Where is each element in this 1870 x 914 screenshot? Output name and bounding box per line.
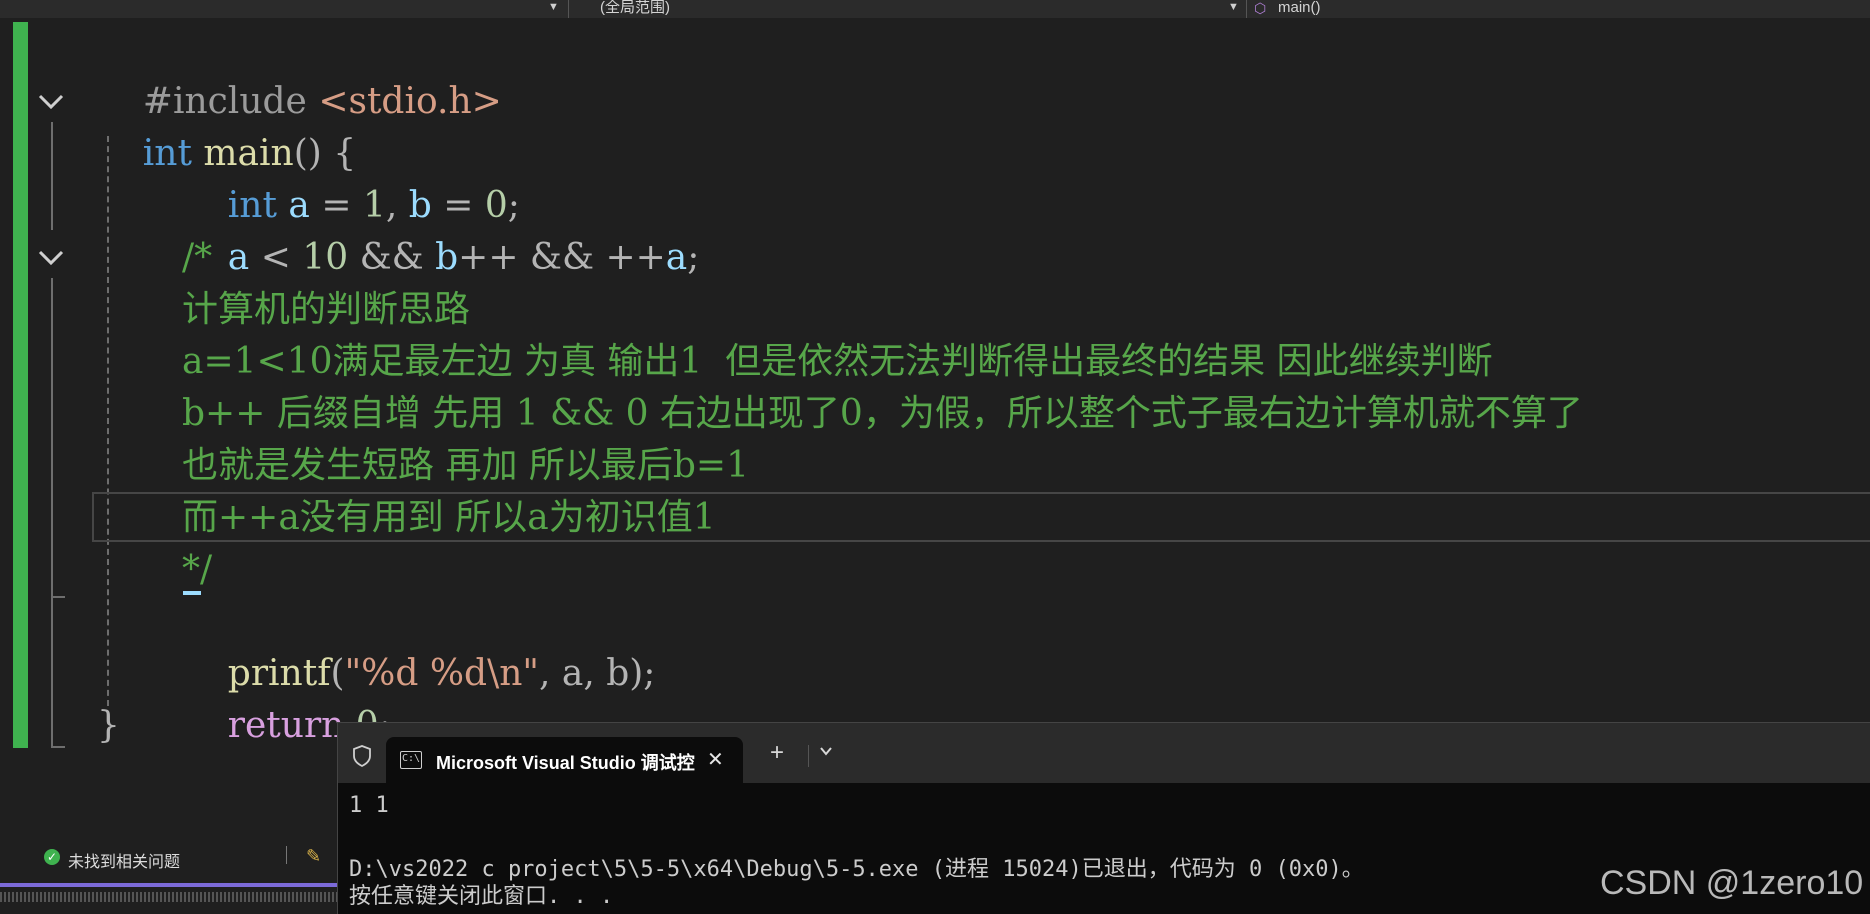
chevron-down-icon[interactable] <box>818 743 834 759</box>
operator: < <box>249 237 303 278</box>
collapse-chevron-icon[interactable] <box>36 242 66 272</box>
outline-guide <box>51 278 53 598</box>
code-line-1[interactable]: #include <stdio.h> <box>97 24 502 122</box>
code-editor[interactable]: #include <stdio.h> int main() { int a = … <box>0 18 1870 840</box>
code-line-14[interactable]: } <box>97 700 120 752</box>
shield-icon <box>353 745 371 767</box>
separator <box>568 0 569 18</box>
code-line-5[interactable]: /* <box>97 232 212 284</box>
terminal-tab[interactable]: C:\ Microsoft Visual Studio 调试控 ✕ <box>386 737 743 783</box>
terminal-tab-bar: C:\ Microsoft Visual Studio 调试控 ✕ + <box>338 723 1870 783</box>
operator: ++ && ++ <box>458 237 666 278</box>
identifier: b <box>435 237 459 278</box>
issues-status[interactable]: 未找到相关问题 <box>68 848 180 872</box>
number: 10 <box>302 237 349 278</box>
code-line-4[interactable]: a < 10 && b++ && ++a; <box>97 180 700 278</box>
code-line-9[interactable]: 也就是发生短路 再加 所以最后b=1 <box>97 440 749 492</box>
comment: 而++a没有用到 所以a为初识值1 <box>182 497 716 538</box>
brush-icon[interactable]: ✎ <box>306 846 321 867</box>
dropdown-arrow-icon[interactable]: ▼ <box>548 0 559 14</box>
comment: b++ 后缀自增 先用 1 && 0 右边出现了0，为假，所以整个式子最右边计算… <box>182 393 1583 434</box>
outline-guide <box>51 598 53 748</box>
member-dropdown[interactable]: main() <box>1278 0 1321 18</box>
comment: 计算机的判断思路 <box>182 289 471 330</box>
terminal-prompt-line: 按任意键关闭此窗口. . . <box>349 884 614 909</box>
collapse-chevron-icon[interactable] <box>36 86 66 116</box>
outline-guide-end <box>51 596 65 598</box>
text-caret <box>183 591 201 595</box>
dropdown-arrow-icon[interactable]: ▼ <box>1228 0 1239 14</box>
outline-guide-end <box>51 746 65 748</box>
code-line-8[interactable]: b++ 后缀自增 先用 1 && 0 右边出现了0，为假，所以整个式子最右边计算… <box>97 388 1583 440</box>
code-line-11[interactable]: */ <box>97 544 212 596</box>
terminal-tab-title: Microsoft Visual Studio 调试控 <box>436 753 695 773</box>
scope-dropdown[interactable]: (全局范围) <box>600 0 670 18</box>
code-line-7[interactable]: a=1<10满足最左边 为真 输出1 但是依然无法判断得出最终的结果 因此继续判… <box>97 336 1493 388</box>
code-line-13[interactable]: return 0; <box>97 648 391 746</box>
watermark: CSDN @1zero10 <box>1600 864 1864 902</box>
identifier: a <box>227 237 250 278</box>
code-line-12[interactable]: printf("%d %d\n", a, b); <box>97 596 656 694</box>
comment: */ <box>182 549 213 590</box>
separator <box>286 846 287 864</box>
separator <box>1246 0 1247 18</box>
comment: /* <box>182 237 213 278</box>
new-tab-icon[interactable]: + <box>770 741 784 765</box>
terminal-output-line: 1 1 <box>349 793 389 818</box>
scrollbar-track <box>0 892 340 902</box>
code-line-6[interactable]: 计算机的判断思路 <box>97 284 470 336</box>
punctuation: ; <box>687 237 700 278</box>
identifier: a <box>665 237 688 278</box>
checkmark-icon: ✓ <box>44 849 60 865</box>
close-icon[interactable]: ✕ <box>707 747 724 772</box>
outline-guide <box>51 122 53 230</box>
code-line-3[interactable]: int a = 1, b = 0; <box>97 128 520 226</box>
code-line-10[interactable]: 而++a没有用到 所以a为初识值1 <box>97 492 716 544</box>
code-line-2[interactable]: int main() { <box>97 76 356 174</box>
cube-icon: ⬡ <box>1254 0 1267 16</box>
change-tracking-bar <box>13 22 28 748</box>
status-accent-line <box>0 883 340 887</box>
arguments: , a, b); <box>538 653 656 694</box>
command-prompt-icon: C:\ <box>400 751 422 769</box>
navigation-bar: ▼ (全局范围) ▼ ⬡ main() <box>0 0 1870 19</box>
operator: && <box>348 237 436 278</box>
comment: 也就是发生短路 再加 所以最后b=1 <box>182 445 750 486</box>
keyword: return <box>227 705 345 746</box>
punctuation: } <box>97 705 120 746</box>
separator <box>808 745 809 767</box>
comment: a=1<10满足最左边 为真 输出1 但是依然无法判断得出最终的结果 因此继续判… <box>182 341 1493 382</box>
